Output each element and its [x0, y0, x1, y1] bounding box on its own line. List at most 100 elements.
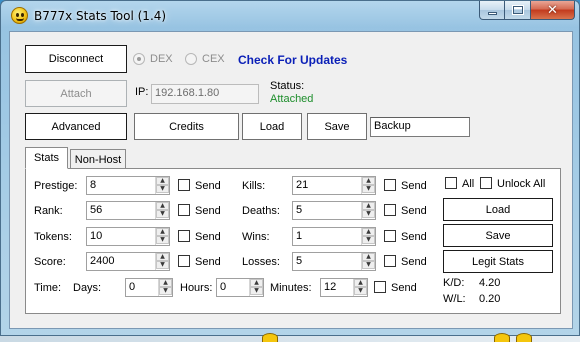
minutes-stepper[interactable]: 12 ▲ ▼: [320, 278, 368, 297]
deaths-send-checkbox[interactable]: [384, 204, 396, 216]
check-updates-link[interactable]: Check For Updates: [238, 53, 347, 67]
tokens-label: Tokens:: [34, 231, 72, 243]
tab-non-host[interactable]: Non-Host: [70, 149, 126, 169]
minimize-button[interactable]: [479, 1, 505, 20]
wins-label: Wins:: [242, 231, 270, 243]
prestige-send-label: Send: [195, 180, 221, 192]
minutes-label: Minutes:: [270, 282, 312, 294]
deaths-label: Deaths:: [242, 205, 280, 217]
profile-name-field[interactable]: Backup: [370, 117, 470, 137]
hours-label: Hours:: [180, 282, 213, 294]
save-stats-button[interactable]: Save: [443, 224, 553, 247]
taskbar-smiley-icon: [262, 333, 278, 342]
status-value: Attached: [270, 93, 314, 105]
rank-send-label: Send: [195, 205, 221, 217]
losses-send-checkbox[interactable]: [384, 255, 396, 267]
prestige-send-checkbox[interactable]: [178, 179, 190, 191]
tab-stats[interactable]: Stats: [25, 147, 68, 169]
kd-label: K/D:: [443, 277, 465, 289]
score-send-label: Send: [195, 256, 221, 268]
legit-stats-button[interactable]: Legit Stats: [443, 250, 553, 273]
stepper-down-icon[interactable]: ▼: [156, 210, 169, 218]
cex-label: CEX: [202, 53, 225, 65]
stepper-down-icon[interactable]: ▼: [362, 210, 375, 218]
stepper-down-icon[interactable]: ▼: [250, 287, 263, 295]
stepper-up-icon[interactable]: ▲: [159, 279, 172, 287]
stepper-up-icon[interactable]: ▲: [156, 228, 169, 236]
stepper-up-icon[interactable]: ▲: [362, 253, 375, 261]
wins-stepper[interactable]: 1 ▲ ▼: [292, 227, 376, 246]
prestige-stepper[interactable]: 8 ▲ ▼: [86, 176, 170, 195]
cex-radio[interactable]: [185, 53, 197, 65]
stepper-down-icon[interactable]: ▼: [156, 261, 169, 269]
deaths-stepper[interactable]: 5 ▲ ▼: [292, 201, 376, 220]
stepper-down-icon[interactable]: ▼: [362, 236, 375, 244]
maximize-icon: [511, 5, 524, 15]
stepper-up-icon[interactable]: ▲: [250, 279, 263, 287]
stepper-up-icon[interactable]: ▲: [362, 228, 375, 236]
app-window: B777x Stats Tool (1.4) ✕ Disconnect DEX …: [0, 0, 580, 336]
maximize-button[interactable]: [505, 1, 531, 20]
dex-radio[interactable]: [133, 53, 145, 65]
disconnect-button[interactable]: Disconnect: [25, 45, 127, 73]
stepper-down-icon[interactable]: ▼: [156, 185, 169, 193]
losses-value: 5: [296, 255, 303, 267]
kills-stepper[interactable]: 21 ▲ ▼: [292, 176, 376, 195]
stepper-up-icon[interactable]: ▲: [354, 279, 367, 287]
stepper-up-icon[interactable]: ▲: [156, 177, 169, 185]
rank-send-checkbox[interactable]: [178, 204, 190, 216]
stepper-up-icon[interactable]: ▲: [362, 202, 375, 210]
ip-field[interactable]: 192.168.1.80: [151, 84, 259, 104]
taskbar-smiley-icon: [494, 333, 510, 342]
rank-label: Rank:: [34, 205, 63, 217]
all-label: All: [462, 178, 475, 190]
wins-send-checkbox[interactable]: [384, 230, 396, 242]
kills-label: Kills:: [242, 180, 266, 192]
stepper-up-icon[interactable]: ▲: [156, 202, 169, 210]
all-checkbox[interactable]: [445, 177, 457, 189]
minimize-icon: [487, 12, 497, 15]
time-send-checkbox[interactable]: [374, 281, 386, 293]
save-profile-button[interactable]: Save: [307, 113, 367, 140]
rank-stepper[interactable]: 56 ▲ ▼: [86, 201, 170, 220]
taskbar-strip: [0, 336, 580, 342]
advanced-button[interactable]: Advanced: [25, 113, 127, 140]
days-label: Days:: [73, 282, 102, 294]
days-value: 0: [129, 281, 136, 293]
wins-value: 1: [296, 230, 303, 242]
time-send-label: Send: [391, 282, 417, 294]
hours-stepper[interactable]: 0 ▲ ▼: [216, 278, 264, 297]
unlock-all-checkbox[interactable]: [480, 177, 492, 189]
ip-label: IP:: [135, 86, 149, 98]
load-profile-button[interactable]: Load: [242, 113, 302, 140]
stepper-down-icon[interactable]: ▼: [362, 185, 375, 193]
dex-label: DEX: [150, 53, 173, 65]
tokens-send-checkbox[interactable]: [178, 230, 190, 242]
score-label: Score:: [34, 256, 66, 268]
credits-button[interactable]: Credits: [134, 113, 239, 140]
days-stepper[interactable]: 0 ▲ ▼: [125, 278, 173, 297]
attach-button[interactable]: Attach: [25, 80, 127, 107]
score-send-checkbox[interactable]: [178, 255, 190, 267]
stepper-down-icon[interactable]: ▼: [354, 287, 367, 295]
stepper-up-icon[interactable]: ▲: [156, 253, 169, 261]
losses-label: Losses:: [242, 256, 280, 268]
taskbar-smiley-icon: [516, 333, 532, 342]
score-stepper[interactable]: 2400 ▲ ▼: [86, 252, 170, 271]
smiley-app-icon: [11, 7, 28, 24]
hours-value: 0: [220, 281, 227, 293]
caption-buttons: ✕: [479, 1, 575, 21]
minutes-value: 12: [324, 281, 337, 293]
load-stats-button[interactable]: Load: [443, 198, 553, 221]
tokens-stepper[interactable]: 10 ▲ ▼: [86, 227, 170, 246]
close-button[interactable]: ✕: [531, 1, 575, 20]
stepper-down-icon[interactable]: ▼: [156, 236, 169, 244]
deaths-value: 5: [296, 204, 303, 216]
losses-stepper[interactable]: 5 ▲ ▼: [292, 252, 376, 271]
title-bar[interactable]: B777x Stats Tool (1.4) ✕: [1, 1, 580, 31]
stepper-down-icon[interactable]: ▼: [362, 261, 375, 269]
kills-send-checkbox[interactable]: [384, 179, 396, 191]
stepper-up-icon[interactable]: ▲: [362, 177, 375, 185]
stepper-down-icon[interactable]: ▼: [159, 287, 172, 295]
kills-value: 21: [296, 179, 309, 191]
